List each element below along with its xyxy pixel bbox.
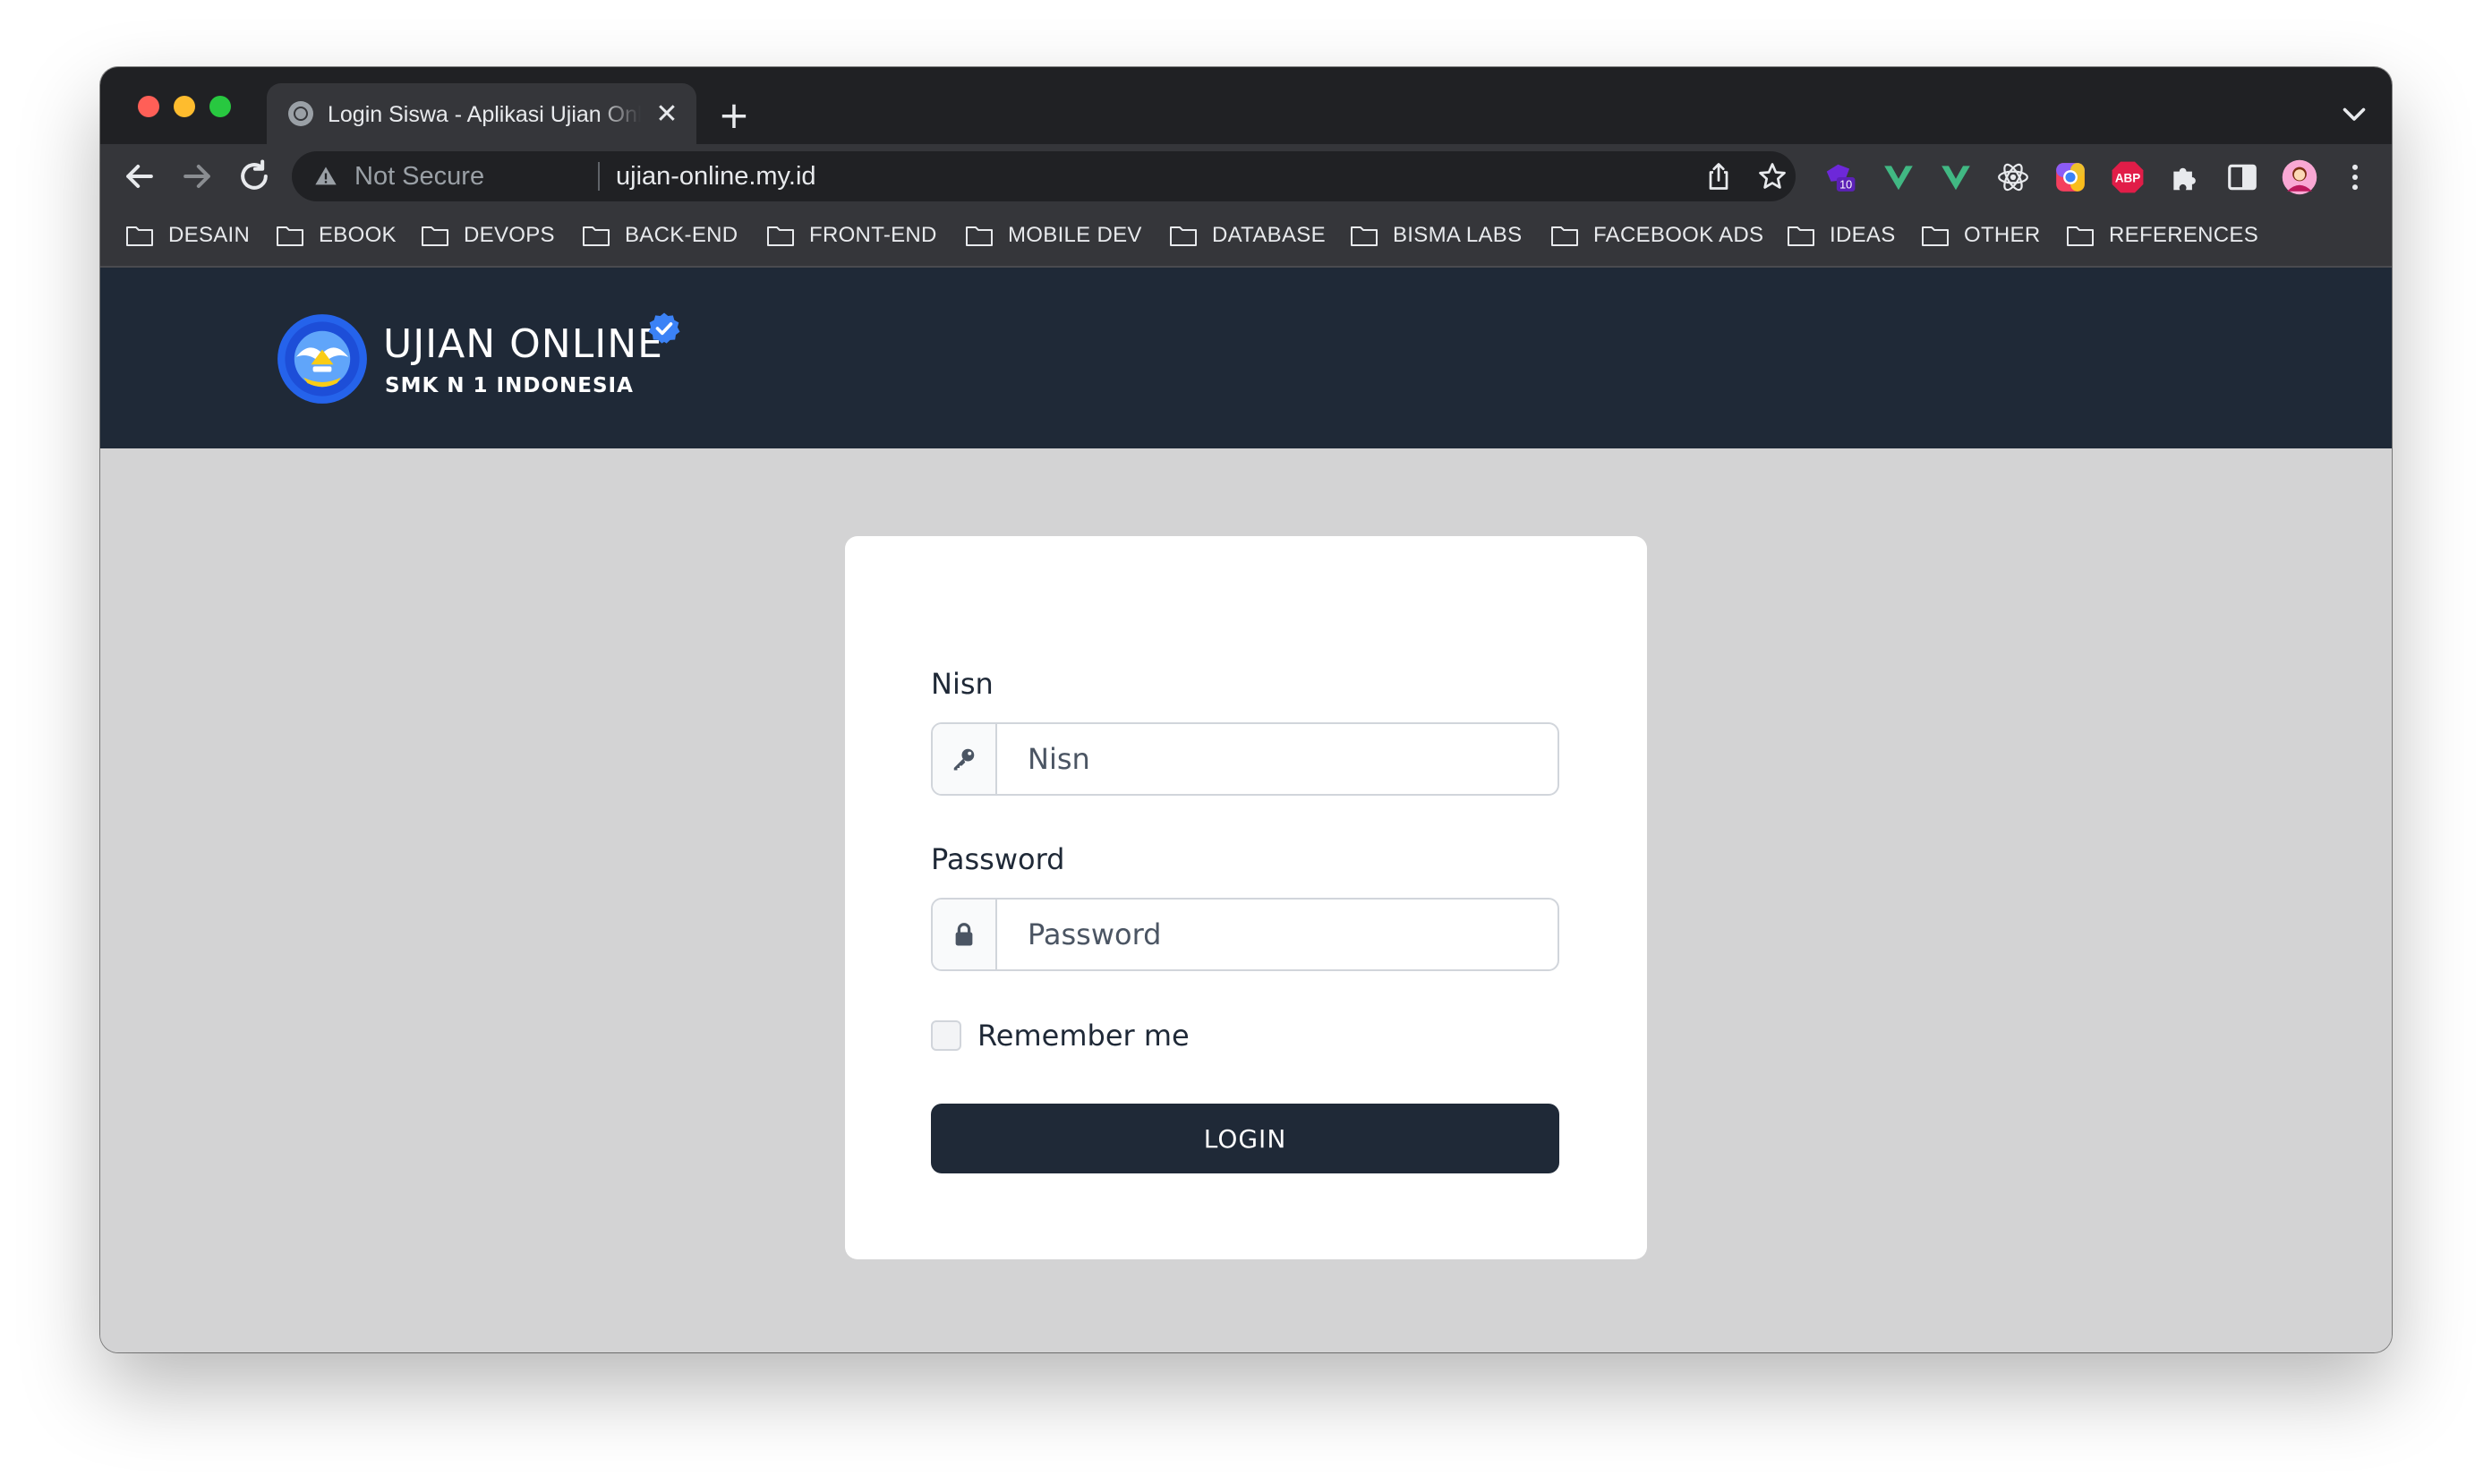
- adblock-plus-icon[interactable]: ABP: [2111, 160, 2145, 194]
- folder-icon: [422, 226, 448, 246]
- nisn-addon: [933, 724, 997, 794]
- bookmark-label: OTHER: [1964, 223, 2041, 247]
- folder-icon: [1551, 226, 1578, 246]
- close-window-button[interactable]: [138, 96, 159, 117]
- minimize-window-button[interactable]: [174, 96, 195, 117]
- bookmark-folder[interactable]: FRONT-END: [766, 217, 937, 253]
- warning-triangle-icon: [315, 166, 337, 185]
- bookmark-star-icon[interactable]: [1756, 160, 1788, 192]
- bookmark-folder[interactable]: MOBILE DEV: [965, 217, 1142, 253]
- password-input[interactable]: [997, 900, 1558, 969]
- nisn-label: Nisn: [931, 667, 994, 701]
- browser-window: Login Siswa - Aplikasi Ujian Online ✕ + …: [100, 67, 2392, 1352]
- badge-ext-icon[interactable]: 10: [1822, 160, 1856, 194]
- site-subtitle: SMK N 1 INDONESIA: [385, 374, 634, 397]
- page-body: Nisn Password: [100, 448, 2392, 1352]
- back-arrow-icon[interactable]: [120, 157, 159, 196]
- browser-toolbar: Not Secure ujian-online.my.id 10 ABP: [100, 144, 2392, 209]
- verified-badge-icon: [648, 312, 680, 344]
- tab-search-chevron-icon[interactable]: [2338, 98, 2370, 130]
- share-icon[interactable]: [1703, 160, 1735, 192]
- site-header: UJIAN ONLINE SMK N 1 INDONESIA: [100, 268, 2392, 448]
- color-picker-icon[interactable]: [2053, 160, 2087, 194]
- vue-devtools-icon[interactable]: [1882, 160, 1916, 194]
- bookmark-label: DATABASE: [1212, 223, 1326, 247]
- folder-icon: [1351, 226, 1378, 246]
- remember-me[interactable]: Remember me: [931, 1018, 1190, 1053]
- folder-icon: [966, 226, 993, 246]
- bookmark-label: REFERENCES: [2109, 223, 2259, 247]
- folder-icon: [1788, 226, 1814, 246]
- bookmark-folder[interactable]: OTHER: [1921, 217, 2041, 253]
- bookmark-folder[interactable]: FACEBOOK ADS: [1550, 217, 1763, 253]
- nisn-input[interactable]: [997, 724, 1558, 794]
- folder-icon: [277, 226, 303, 246]
- tab-title: Login Siswa - Aplikasi Ujian Online: [328, 102, 641, 127]
- remember-me-checkbox[interactable]: [931, 1020, 961, 1051]
- folder-icon: [1170, 226, 1197, 246]
- security-status[interactable]: Not Secure: [354, 160, 484, 192]
- folder-icon: [126, 226, 153, 246]
- folder-icon: [767, 226, 794, 246]
- bookmark-label: IDEAS: [1830, 223, 1896, 247]
- url-text[interactable]: ujian-online.my.id: [616, 160, 816, 192]
- sidebar-icon[interactable]: [2225, 160, 2259, 194]
- bookmark-folder[interactable]: EBOOK: [276, 217, 397, 253]
- bookmark-folder[interactable]: BACK-END: [582, 217, 738, 253]
- password-input-group: [931, 898, 1559, 971]
- bookmark-folder[interactable]: REFERENCES: [2066, 217, 2258, 253]
- remember-me-label[interactable]: Remember me: [977, 1019, 1190, 1053]
- menu-kebab-icon[interactable]: [2338, 160, 2372, 194]
- folder-icon: [583, 226, 610, 246]
- bookmark-label: FRONT-END: [809, 223, 937, 247]
- folder-icon: [1922, 226, 1949, 246]
- tut-wuri-handayani-logo[interactable]: [276, 312, 369, 405]
- folder-icon: [2067, 226, 2094, 246]
- profile-avatar[interactable]: [2281, 158, 2318, 196]
- fullscreen-window-button[interactable]: [209, 96, 231, 117]
- reload-icon[interactable]: [235, 157, 274, 196]
- svg-text:10: 10: [1839, 179, 1852, 192]
- svg-text:ABP: ABP: [2115, 172, 2140, 185]
- key-icon: [953, 748, 975, 771]
- bookmarks-bar: DESAIN EBOOK DEVOPS BACK-END FRONT-END M…: [100, 209, 2392, 268]
- extensions-puzzle-icon[interactable]: [2168, 160, 2202, 194]
- bookmark-folder[interactable]: BISMA LABS: [1350, 217, 1522, 253]
- bookmark-label: DESAIN: [168, 223, 251, 247]
- bookmark-folder[interactable]: IDEAS: [1787, 217, 1896, 253]
- nisn-input-group: [931, 722, 1559, 796]
- bookmark-label: DEVOPS: [464, 223, 555, 247]
- react-devtools-icon[interactable]: [1996, 160, 2030, 194]
- bookmark-folder[interactable]: DATABASE: [1169, 217, 1326, 253]
- bookmark-folder[interactable]: DESAIN: [125, 217, 250, 253]
- bookmark-label: FACEBOOK ADS: [1593, 223, 1764, 247]
- tab-close-button[interactable]: ✕: [652, 99, 682, 130]
- browser-tab-active[interactable]: Login Siswa - Aplikasi Ujian Online ✕: [267, 83, 696, 144]
- bookmark-label: EBOOK: [319, 223, 397, 247]
- login-button[interactable]: LOGIN: [931, 1104, 1559, 1173]
- new-tab-button[interactable]: +: [716, 97, 752, 134]
- bookmark-folder[interactable]: DEVOPS: [421, 217, 555, 253]
- password-addon: [933, 900, 997, 969]
- lock-icon: [955, 923, 973, 946]
- forward-arrow-icon[interactable]: [177, 157, 217, 196]
- tab-strip: Login Siswa - Aplikasi Ujian Online ✕ +: [100, 67, 2392, 144]
- login-card: Nisn Password: [845, 536, 1647, 1259]
- bookmark-label: BISMA LABS: [1393, 223, 1523, 247]
- bookmark-label: BACK-END: [625, 223, 738, 247]
- address-bar[interactable]: Not Secure ujian-online.my.id: [292, 151, 1796, 201]
- globe-icon: [288, 101, 313, 126]
- address-divider: [598, 162, 600, 191]
- bookmark-label: MOBILE DEV: [1008, 223, 1142, 247]
- site-title: UJIAN ONLINE: [383, 321, 663, 367]
- vue-devtools-icon[interactable]: [1939, 160, 1973, 194]
- password-label: Password: [931, 842, 1065, 876]
